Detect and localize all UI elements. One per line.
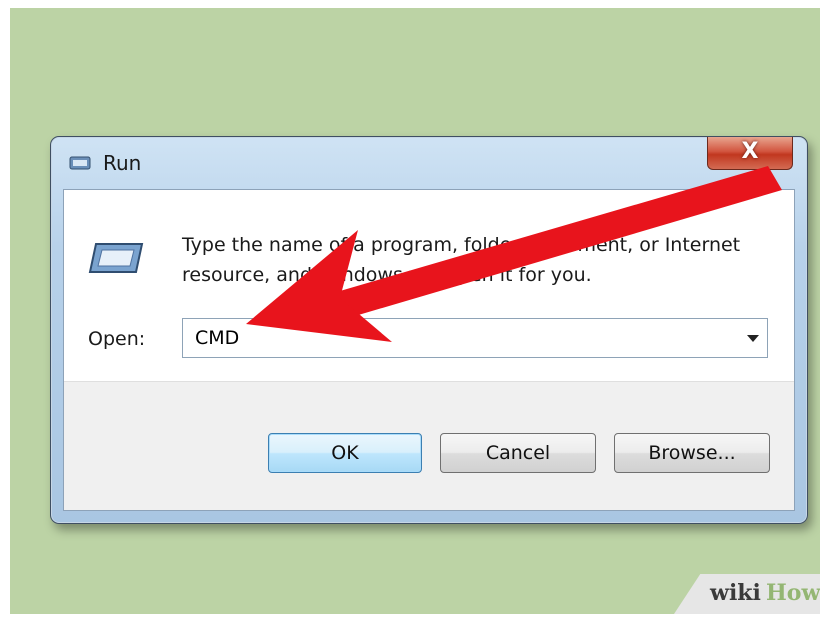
open-input-value[interactable]: CMD — [195, 327, 239, 349]
watermark-how: How — [766, 580, 820, 606]
ok-button[interactable]: OK — [268, 433, 422, 473]
run-large-icon — [88, 243, 144, 273]
run-app-icon — [69, 156, 91, 170]
close-button[interactable]: X — [707, 137, 793, 170]
run-dialog: Run X Type the name of a program, folder… — [50, 136, 808, 524]
title-bar[interactable]: Run X — [51, 137, 807, 189]
open-combobox[interactable]: CMD — [182, 318, 768, 358]
screenshot-scene: Run X Type the name of a program, folder… — [10, 8, 820, 614]
wikihow-watermark: wiki How — [674, 574, 820, 614]
watermark-wiki: wiki — [710, 580, 761, 606]
chevron-down-icon[interactable] — [747, 335, 759, 342]
close-icon: X — [741, 139, 759, 164]
instruction-text: Type the name of a program, folder, docu… — [182, 234, 741, 286]
browse-button[interactable]: Browse... — [614, 433, 770, 473]
window-title: Run — [103, 151, 142, 175]
dialog-body: Type the name of a program, folder, docu… — [63, 189, 795, 511]
open-label: Open: — [88, 328, 146, 350]
cancel-button[interactable]: Cancel — [440, 433, 596, 473]
